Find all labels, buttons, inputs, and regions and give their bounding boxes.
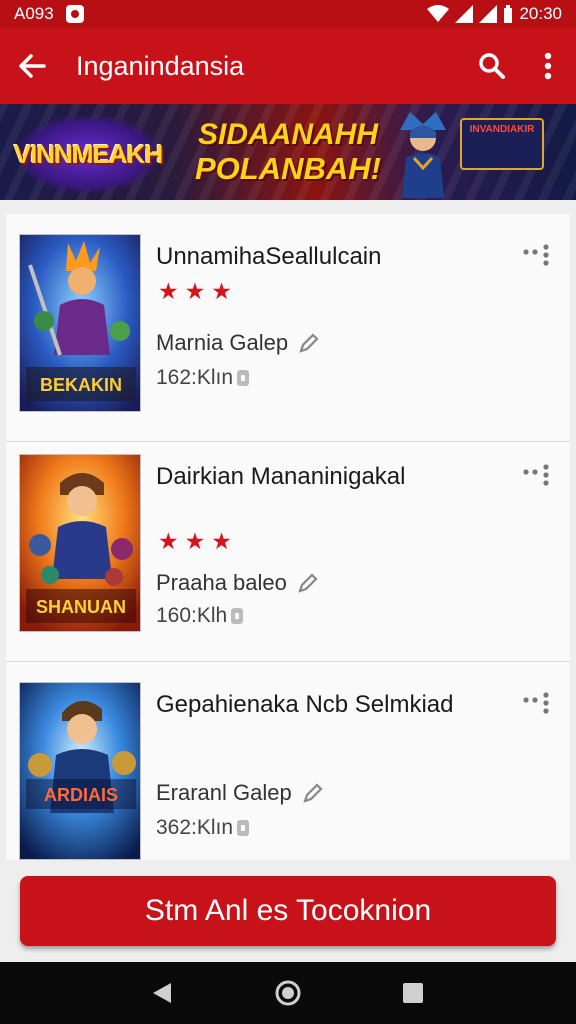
overflow-menu-button[interactable] xyxy=(520,28,576,104)
item-size: 160:Klh xyxy=(156,604,244,628)
item-title: Dairkian Mananinigakal xyxy=(156,463,406,490)
list-item[interactable]: BEKAKIN UnnamihaSeallulcain ★★★ Marnia G… xyxy=(6,214,570,442)
banner-headline: SIDAANAHH POLANBAH! xyxy=(188,118,388,186)
page-title: Inganindansia xyxy=(76,50,245,81)
item-meta-text: Marnia Galep xyxy=(156,330,289,355)
more-dots-icon xyxy=(523,464,549,486)
game-cover-image: ARDIAIS xyxy=(19,682,141,860)
game-cover-image: BEKAKIN xyxy=(19,234,141,412)
nav-recents-button[interactable] xyxy=(383,962,443,1024)
nav-back-button[interactable] xyxy=(133,962,193,1024)
banner-hero-illustration xyxy=(400,112,446,198)
banner-logo: VINNMEAKH xyxy=(14,116,163,192)
nav-home-icon xyxy=(275,980,301,1006)
tag-icon xyxy=(237,820,250,836)
more-vert-icon xyxy=(544,52,552,80)
search-icon xyxy=(479,53,505,79)
item-more-button[interactable] xyxy=(518,240,554,270)
primary-action-button[interactable]: Stm Anl es Tocoknion xyxy=(20,876,556,946)
status-left: A093 xyxy=(14,4,84,24)
cover-title-text: BEKAKIN xyxy=(40,375,122,395)
nav-home-button[interactable] xyxy=(258,962,318,1024)
list-item[interactable]: ARDIAIS Gepahienaka Ncb Selmkiad Eraranl… xyxy=(6,662,570,860)
item-meta: Praaha baleo xyxy=(156,570,319,596)
status-time: 20:30 xyxy=(519,4,562,23)
edit-icon[interactable] xyxy=(297,572,319,594)
item-size: 362:Klın xyxy=(156,816,250,840)
rating-stars: ★★★ xyxy=(158,528,238,554)
item-more-button[interactable] xyxy=(518,688,554,718)
item-size-text: 362:Klın xyxy=(156,816,234,839)
promo-banner[interactable]: VINNMEAKH SIDAANAHH POLANBAH! INVANDIAKI… xyxy=(0,104,576,200)
arrow-back-icon xyxy=(19,54,46,78)
banner-headline-line1: SIDAANAHH xyxy=(198,118,378,151)
item-title: UnnamihaSeallulcain xyxy=(156,243,382,270)
edit-icon[interactable] xyxy=(298,332,320,354)
tag-icon xyxy=(231,608,244,624)
item-size-text: 162:Klın xyxy=(156,366,234,389)
more-dots-icon xyxy=(523,692,549,714)
item-meta: Eraranl Galep xyxy=(156,780,324,806)
status-bar: A093 20:30 xyxy=(0,0,576,28)
wifi-icon xyxy=(427,5,450,23)
rating-stars: ★★★ xyxy=(158,278,238,304)
app-bar: Inganindansia xyxy=(0,28,576,104)
item-meta-text: Eraranl Galep xyxy=(156,780,292,805)
more-dots-icon xyxy=(523,244,549,266)
cover-title-text: SHANUAN xyxy=(36,597,126,617)
cover-title-text: ARDIAIS xyxy=(44,785,118,805)
item-size: 162:Klın xyxy=(156,366,250,390)
game-list: BEKAKIN UnnamihaSeallulcain ★★★ Marnia G… xyxy=(6,214,570,860)
nav-recents-icon xyxy=(403,983,424,1003)
status-right: 20:30 xyxy=(427,4,562,24)
list-item[interactable]: SHANUAN Dairkian Mananinigakal ★★★ Praah… xyxy=(6,434,570,662)
signal-icon-2 xyxy=(479,5,498,23)
back-button[interactable] xyxy=(0,28,64,104)
status-text: A093 xyxy=(14,4,54,23)
nav-back-icon xyxy=(152,983,171,1003)
item-meta: Marnia Galep xyxy=(156,330,320,356)
item-size-text: 160:Klh xyxy=(156,604,228,627)
item-more-button[interactable] xyxy=(518,460,554,490)
system-nav-bar xyxy=(0,962,576,1024)
banner-headline-line2: POLANBAH! xyxy=(195,151,381,186)
game-cover-image: SHANUAN xyxy=(19,454,141,632)
banner-logo-text: VINNMEAKH xyxy=(13,138,163,169)
item-title: Gepahienaka Ncb Selmkiad xyxy=(156,691,454,718)
banner-side-panel: INVANDIAKIR xyxy=(460,118,544,170)
battery-icon xyxy=(503,5,513,23)
notification-icon xyxy=(65,5,84,23)
edit-icon[interactable] xyxy=(302,782,324,804)
banner-side-text: INVANDIAKIR xyxy=(469,124,535,135)
signal-icon xyxy=(455,5,474,23)
search-button[interactable] xyxy=(464,28,520,104)
item-meta-text: Praaha baleo xyxy=(156,570,287,595)
tag-icon xyxy=(237,370,250,386)
